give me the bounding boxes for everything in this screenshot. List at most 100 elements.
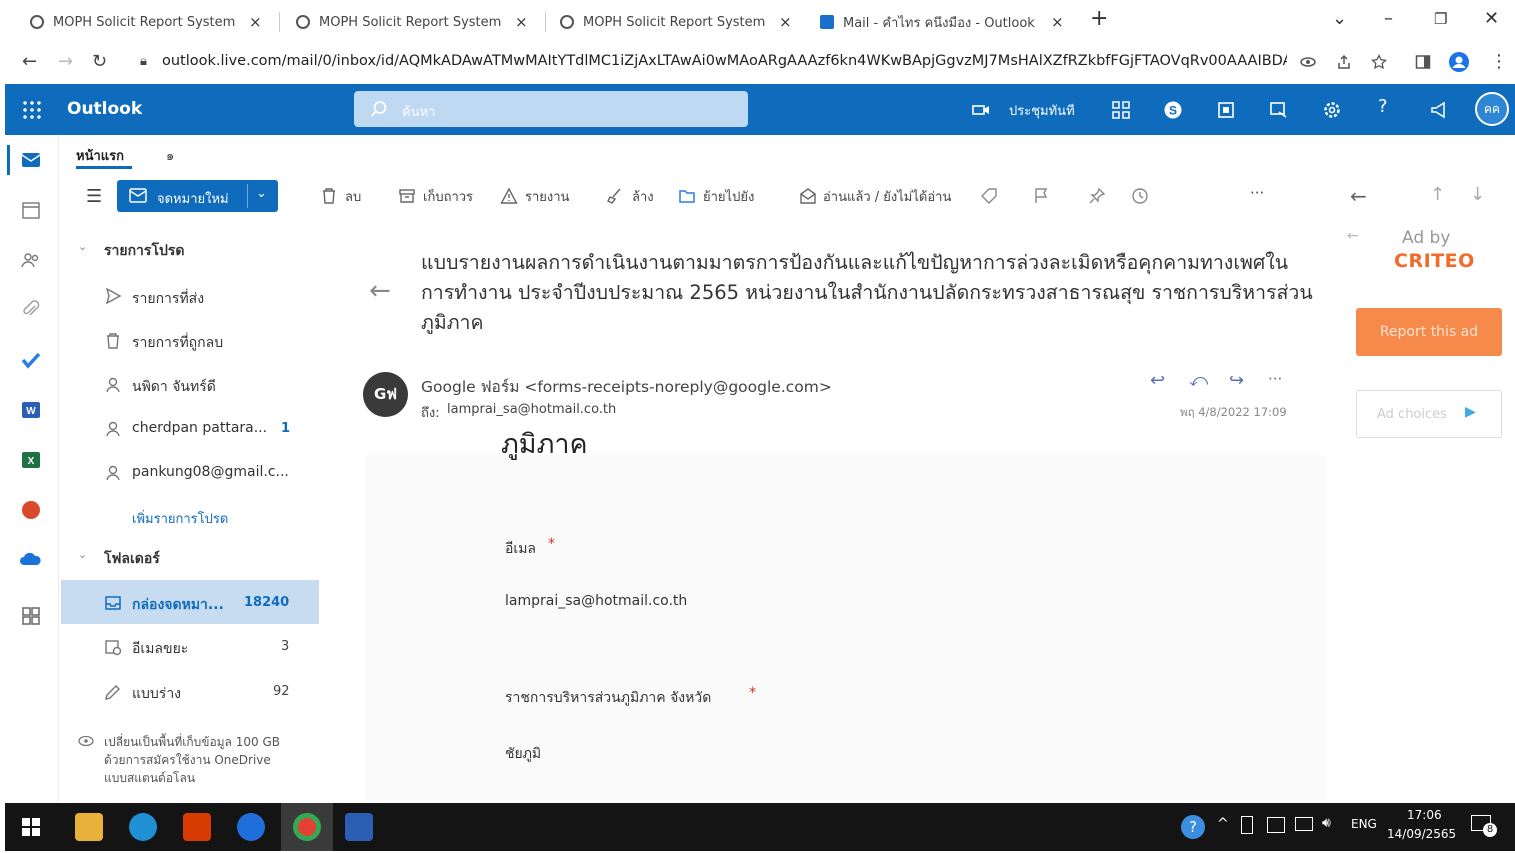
restore-icon[interactable]: ❐ [1434,10,1447,28]
chevron-down-icon[interactable]: ⌄ [78,548,87,561]
people-icon[interactable] [20,249,42,271]
report-button[interactable]: รายงาน [525,186,569,207]
powerpoint-icon[interactable] [20,499,42,521]
new-tab-button[interactable]: + [1090,6,1108,31]
read-unread-button[interactable]: อ่านแล้ว / ยังไม่ได้อ่าน [823,186,951,207]
gear-icon[interactable] [1322,100,1342,120]
close-icon[interactable]: × [1051,13,1064,31]
meet-app-icon[interactable] [237,813,265,841]
tab-more[interactable]: ๑ [166,145,174,166]
megaphone-icon[interactable] [1429,100,1449,120]
volume-icon[interactable]: 🔊︎ [1322,815,1331,831]
reload-icon[interactable]: ↻ [92,51,107,72]
app-launcher-icon[interactable] [22,100,42,120]
reply-icon[interactable]: ↩ [1150,370,1165,391]
favorite-person[interactable]: นพิดา จันทร์ดี [132,376,216,398]
browser-tab[interactable]: MOPH Solicit Report System : M × [22,6,270,38]
attachment-icon[interactable] [20,299,42,321]
todo-check-icon[interactable] [20,349,42,371]
word-app-icon[interactable] [345,813,373,841]
word-icon[interactable]: W [20,399,42,421]
folder-deleted[interactable]: รายการที่ถูกลบ [132,332,223,354]
display-icon[interactable] [1267,817,1285,833]
back-icon[interactable]: ← [22,51,37,72]
close-icon[interactable]: × [515,13,528,31]
profile-icon[interactable] [1448,51,1470,73]
close-icon[interactable]: × [779,13,792,31]
storage-upgrade-note[interactable]: เปลี่ยนเป็นพื้นที่เก็บข้อมูล 100 GB ด้วย… [104,733,294,787]
favorite-person[interactable]: cherdpan pattara... [132,420,267,436]
collapse-ad-icon[interactable]: ← [1347,228,1359,244]
folders-header[interactable]: โฟลเดอร์ [104,548,160,570]
battery-icon[interactable] [1241,816,1253,834]
more-actions-button[interactable]: ··· [1250,184,1264,202]
clock-icon[interactable] [1131,187,1149,205]
outlook-brand[interactable]: Outlook [67,99,142,119]
add-favorite-link[interactable]: เพิ่มรายการโปรด [132,508,228,529]
ad-choices-button[interactable]: Ad choices ▶ [1356,390,1502,438]
calendar-icon[interactable] [20,199,42,221]
folder-drafts[interactable]: แบบร่าง [132,683,181,705]
share-icon[interactable] [1336,54,1352,70]
reply-all-icon[interactable]: ⤺ [1189,370,1208,391]
favorites-header[interactable]: รายการโปรด [104,240,184,262]
file-explorer-icon[interactable] [75,813,103,841]
forward-icon[interactable]: → [58,51,73,72]
forward-icon[interactable]: ↪ [1229,370,1244,391]
skype-icon[interactable]: S [1163,100,1183,120]
chevron-down-icon[interactable]: ⌄ [78,240,87,253]
meet-now-button[interactable]: ประชุมทันที [1009,100,1075,121]
flag-icon[interactable] [1032,187,1050,205]
folder-sent[interactable]: รายการที่ส่ง [132,288,204,310]
delete-button[interactable]: ลบ [345,186,361,207]
sweep-button[interactable]: ล้าง [632,186,654,207]
url-field[interactable]: outlook.live.com/mail/0/inbox/id/AQMkADA… [162,53,1287,69]
grid-apps-icon[interactable] [1111,100,1131,120]
search-input[interactable]: ค้นหา [354,91,748,127]
eye-icon[interactable] [1300,54,1316,70]
avatar[interactable]: คค [1475,92,1509,126]
archive-button[interactable]: เก็บถาวร [423,186,473,207]
back-to-list-icon[interactable]: ← [369,276,391,306]
new-mail-button[interactable]: จดหมายใหม่ ⌄ [117,180,278,212]
star-icon[interactable] [1371,54,1387,70]
report-ad-button[interactable]: Report this ad [1356,308,1502,356]
excel-icon[interactable]: X [20,449,42,471]
show-hidden-icon[interactable]: ^ [1217,816,1229,832]
more-apps-icon[interactable] [20,605,42,627]
help-icon[interactable]: ? [1378,96,1388,117]
chrome-taskbar-active[interactable] [281,803,333,851]
language-indicator[interactable]: ENG [1351,817,1377,831]
recipient[interactable]: lamprai_sa@hotmail.co.th [447,402,616,417]
close-window-icon[interactable]: ✕ [1484,8,1499,29]
minimize-icon[interactable]: – [1384,8,1393,29]
up-arrow-icon[interactable]: ↑ [1430,184,1445,205]
pin-icon[interactable] [1088,187,1106,205]
sender-name[interactable]: Google ฟอร์ม <forms-receipts-noreply@goo… [421,374,832,399]
folder-junk[interactable]: อีเมลขยะ [132,638,188,660]
clock-time[interactable]: 17:06 [1407,808,1442,822]
more-icon[interactable]: ··· [1268,370,1282,388]
browser-tab[interactable]: MOPH Solicit Report System : M × [552,6,800,38]
mail-icon[interactable] [20,149,42,171]
sidebar-icon[interactable] [1415,54,1431,70]
windows-start-icon[interactable] [22,818,40,836]
close-icon[interactable]: × [249,13,262,31]
down-arrow-icon[interactable]: ↓ [1470,184,1485,205]
favorite-person[interactable]: pankung08@gmail.c... [132,464,289,480]
onedrive-icon[interactable] [20,549,42,571]
chevron-down-icon[interactable]: ⌄ [256,186,267,201]
folder-inbox[interactable]: กล่องจดหมา... 18240 [61,580,319,624]
network-icon[interactable] [1295,817,1313,831]
office-icon[interactable] [1216,100,1236,120]
chevron-down-icon[interactable]: ⌄ [1332,8,1347,29]
edge-icon[interactable] [129,813,157,841]
browser-tab[interactable]: MOPH Solicit Report System : M × [288,6,536,38]
tab-home[interactable]: หน้าแรก [76,145,124,166]
clock-date[interactable]: 14/09/2565 [1387,827,1456,841]
hamburger-menu-icon[interactable]: ☰ [86,186,102,207]
tag-icon[interactable] [980,187,998,205]
menu-dots-icon[interactable]: ⋮ [1490,51,1508,72]
move-to-button[interactable]: ย้ายไปยัง [703,186,754,207]
sender-avatar[interactable]: Gฟ [363,372,408,417]
